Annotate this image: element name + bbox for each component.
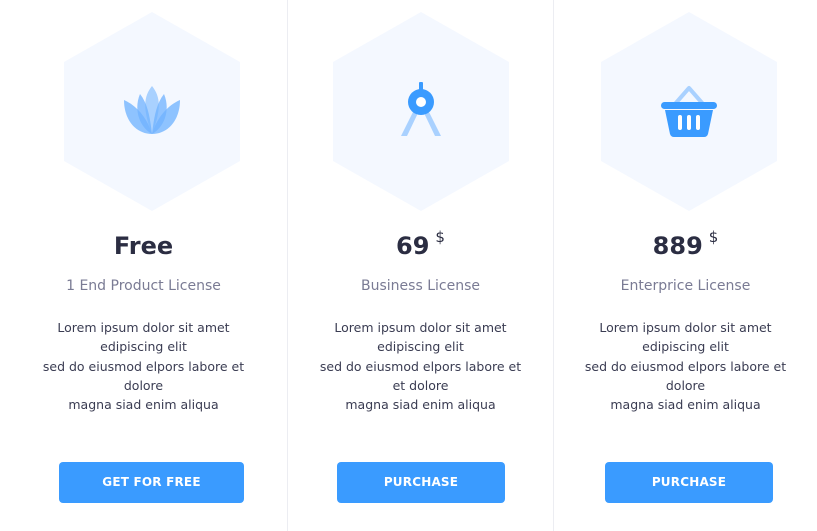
- plan-price: 69 $: [288, 228, 553, 260]
- icon-hexagon: [601, 12, 777, 211]
- description-line: dolore: [123, 377, 164, 393]
- description-line: sed do eiusmod elpors labore et: [584, 358, 787, 374]
- price-amount: Free: [113, 232, 174, 260]
- description-line: edipiscing elit: [642, 339, 729, 355]
- price-currency: $: [435, 228, 445, 246]
- get-for-free-button[interactable]: GET FOR FREE: [59, 462, 244, 503]
- price-amount: 69: [396, 232, 430, 260]
- icon-hexagon: [333, 12, 509, 211]
- description-line: edipiscing elit: [100, 339, 187, 355]
- pricing-card-free: Free 1 End Product License Lorem ipsum d…: [0, 0, 287, 531]
- description-line: Lorem ipsum dolor sit amet: [334, 320, 507, 335]
- basket-icon: [657, 80, 721, 144]
- license-name: 1 End Product License: [66, 278, 221, 294]
- description-line: et dolore: [392, 377, 449, 393]
- description-line: magna siad enim aliqua: [610, 397, 761, 413]
- plan-price: 889 $: [554, 228, 817, 260]
- description-line: Lorem ipsum dolor sit amet: [599, 320, 772, 335]
- description-line: dolore: [665, 377, 706, 393]
- license-name: Enterprice License: [620, 278, 751, 294]
- description-line: sed do eiusmod elpors labore et: [42, 358, 245, 374]
- plan-price: Free: [0, 232, 287, 260]
- pricing-card-business: 69 $ Business License Lorem ipsum dolor s…: [287, 0, 554, 531]
- pricing-table: Free 1 End Product License Lorem ipsum d…: [0, 0, 817, 531]
- plan-description: Lorem ipsum dolor sit amet edipiscing el…: [554, 318, 817, 414]
- license-name: Business License: [361, 278, 480, 294]
- description-line: edipiscing elit: [377, 339, 464, 355]
- price-amount: 889: [652, 232, 703, 260]
- pricing-card-enterprise: 889 $ Enterprice License Lorem ipsum dolo…: [554, 0, 817, 531]
- lotus-icon: [120, 80, 184, 144]
- description-line: Lorem ipsum dolor sit amet: [57, 320, 230, 335]
- purchase-button[interactable]: PURCHASE: [337, 462, 505, 503]
- icon-hexagon: [64, 12, 240, 211]
- description-line: magna siad enim aliqua: [68, 397, 219, 413]
- plan-description: Lorem ipsum dolor sit amet edipiscing el…: [288, 318, 553, 414]
- description-line: magna siad enim aliqua: [345, 397, 496, 413]
- plan-description: Lorem ipsum dolor sit amet edipiscing el…: [0, 318, 287, 414]
- purchase-button[interactable]: PURCHASE: [605, 462, 773, 503]
- description-line: sed do eiusmod elpors labore et: [319, 358, 522, 374]
- compass-icon: [389, 80, 453, 144]
- price-currency: $: [708, 228, 719, 246]
